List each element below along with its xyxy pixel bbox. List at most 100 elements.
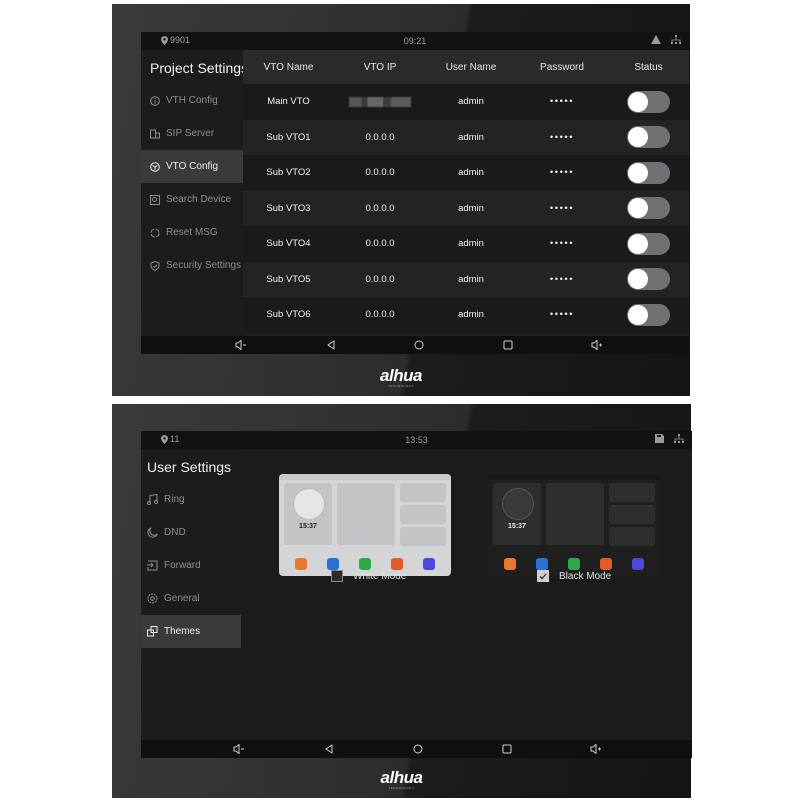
toggle-knob — [628, 91, 648, 112]
vto-ip: 0.0.0.0 — [365, 238, 395, 250]
sidebar-item-themes[interactable]: Themes — [141, 615, 241, 648]
forward-icon — [147, 560, 158, 571]
status-toggle[interactable] — [627, 268, 670, 291]
volume-up-button[interactable] — [590, 339, 604, 351]
back-button[interactable] — [324, 339, 338, 351]
table-row[interactable]: Sub VTO2 0.0.0.0 admin ••••• — [243, 155, 689, 191]
sidebar-item-label: Forward — [164, 560, 201, 571]
home-icon — [413, 744, 423, 754]
themes-panel: 15:37 White Mode 15:37 Black Mode — [241, 449, 692, 740]
clock: 13:53 — [405, 435, 428, 445]
status-toggle[interactable] — [627, 126, 670, 149]
sidebar: User Settings Ring DND Forward General T… — [141, 449, 241, 740]
volume-down-button[interactable] — [232, 743, 246, 755]
password: ••••• — [549, 167, 575, 179]
password: ••••• — [549, 309, 575, 321]
volume-up-button[interactable] — [589, 743, 603, 755]
sidebar-item-vto-config[interactable]: VTO Config — [141, 150, 243, 183]
reset-icon — [149, 227, 160, 238]
preview-clock-face — [293, 488, 325, 520]
recents-icon — [503, 340, 513, 350]
back-icon — [325, 744, 333, 754]
preview-clock-card: 15:37 — [493, 483, 541, 545]
sidebar-item-security-settings[interactable]: Security Settings — [141, 249, 243, 282]
toggle-knob — [628, 233, 648, 254]
checkmark-icon — [539, 573, 547, 579]
back-button[interactable] — [322, 743, 336, 755]
preview-sos-card — [400, 483, 446, 502]
status-toggle[interactable] — [627, 303, 670, 326]
sidebar-item-label: Ring — [164, 494, 185, 505]
sidebar-item-sip-server[interactable]: SIP Server — [141, 117, 243, 150]
preview-scene-mode-card — [400, 527, 446, 546]
user-name: admin — [458, 96, 484, 108]
preview-app-icon — [536, 558, 548, 570]
preview-dnd-card — [400, 505, 446, 524]
network-icon[interactable] — [671, 35, 681, 44]
back-icon — [327, 340, 335, 350]
sidebar-item-dnd[interactable]: DND — [141, 516, 241, 549]
table-row[interactable]: Sub VTO1 0.0.0.0 admin ••••• — [243, 119, 689, 155]
preview-app-icon — [295, 558, 307, 570]
home-button[interactable] — [412, 339, 426, 351]
logo-text: alhua — [380, 366, 422, 385]
preview-scene-card — [337, 483, 395, 545]
gear-icon — [147, 593, 158, 604]
android-navbar — [141, 336, 689, 354]
black-mode-option[interactable]: Black Mode — [537, 570, 611, 582]
vto-name: Sub VTO6 — [266, 309, 311, 321]
black-mode-preview[interactable]: 15:37 — [488, 474, 660, 576]
page-title: User Settings — [147, 459, 232, 475]
user-name: admin — [458, 273, 484, 285]
table-row[interactable]: Sub VTO5 0.0.0.0 admin ••••• — [243, 261, 689, 297]
white-mode-checkbox[interactable] — [331, 570, 343, 582]
warning-icon[interactable] — [651, 35, 661, 44]
home-button[interactable] — [411, 743, 425, 755]
device-user-settings: 11 13:53 User Settings Ring DND Forward — [112, 404, 692, 798]
sidebar-item-label: Themes — [164, 626, 201, 637]
sidebar-item-ring[interactable]: Ring — [141, 483, 241, 516]
status-toggle[interactable] — [627, 232, 670, 255]
network-icon[interactable] — [674, 434, 684, 443]
server-icon — [149, 128, 160, 139]
status-toggle[interactable] — [627, 197, 670, 220]
volume-down-button[interactable] — [234, 339, 248, 351]
toggle-knob — [628, 198, 648, 219]
table-header: VTO Name VTO IP User Name Password Statu… — [243, 50, 689, 84]
vto-ip — [334, 96, 426, 107]
vto-table: VTO Name VTO IP User Name Password Statu… — [243, 50, 689, 336]
preview-scene-card — [546, 483, 604, 545]
toggle-knob — [628, 127, 648, 148]
logo-text: alhua — [380, 768, 423, 787]
volume-up-icon — [591, 340, 602, 350]
sidebar-item-reset-msg[interactable]: Reset MSG — [141, 216, 243, 249]
sidebar-item-search-device[interactable]: Search Device — [141, 183, 243, 216]
table-row[interactable]: Sub VTO6 0.0.0.0 admin ••••• — [243, 297, 689, 333]
white-mode-option[interactable]: White Mode — [331, 570, 406, 582]
status-bar: 11 13:53 — [141, 431, 692, 449]
recents-button[interactable] — [500, 743, 514, 755]
sidebar-item-general[interactable]: General — [141, 582, 241, 615]
table-row[interactable]: Sub VTO4 0.0.0.0 admin ••••• — [243, 226, 689, 262]
status-toggle[interactable] — [627, 90, 670, 113]
table-row[interactable]: Sub VTO3 0.0.0.0 admin ••••• — [243, 190, 689, 226]
volume-down-icon — [235, 340, 246, 350]
sidebar-item-label: General — [164, 593, 200, 604]
volume-up-icon — [590, 744, 601, 754]
table-row[interactable]: Main VTO admin ••••• — [243, 84, 689, 120]
sd-card-icon[interactable] — [655, 434, 664, 443]
preview-dnd-card — [609, 505, 655, 524]
recents-button[interactable] — [501, 339, 515, 351]
user-name: admin — [458, 167, 484, 179]
sidebar-item-forward[interactable]: Forward — [141, 549, 241, 582]
black-mode-checkbox[interactable] — [537, 570, 549, 582]
preview-app-icon — [327, 558, 339, 570]
white-mode-preview[interactable]: 15:37 — [279, 474, 451, 576]
brand-logo: alhua TECHNOLOGY — [112, 768, 691, 790]
vto-ip: 0.0.0.0 — [365, 273, 395, 285]
sidebar-item-vth-config[interactable]: VTH Config — [141, 84, 243, 117]
vto-ip: 0.0.0.0 — [365, 131, 395, 143]
user-name: admin — [458, 202, 484, 214]
toggle-knob — [628, 269, 648, 290]
status-toggle[interactable] — [627, 161, 670, 184]
